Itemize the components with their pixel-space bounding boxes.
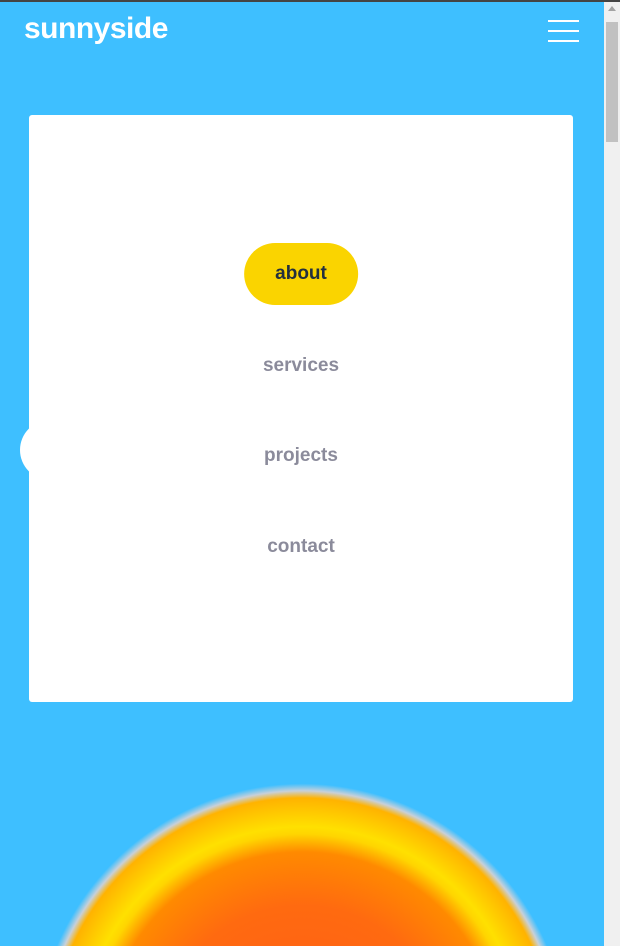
orange-image [0, 690, 604, 946]
hero-section: sunnyside about services projects contac… [0, 2, 604, 946]
scroll-up-arrow-icon[interactable] [608, 6, 616, 11]
scrollbar-thumb[interactable] [606, 22, 618, 142]
nav-item-services[interactable]: services [263, 355, 339, 377]
nav-item-contact[interactable]: contact [267, 536, 335, 558]
nav-item-projects[interactable]: projects [264, 445, 338, 467]
logo[interactable]: sunnyside [24, 12, 168, 46]
scrollbar[interactable] [604, 2, 620, 946]
mobile-nav-menu: about services projects contact [29, 115, 573, 702]
nav-item-about[interactable]: about [244, 243, 358, 305]
hamburger-icon[interactable] [548, 20, 579, 44]
